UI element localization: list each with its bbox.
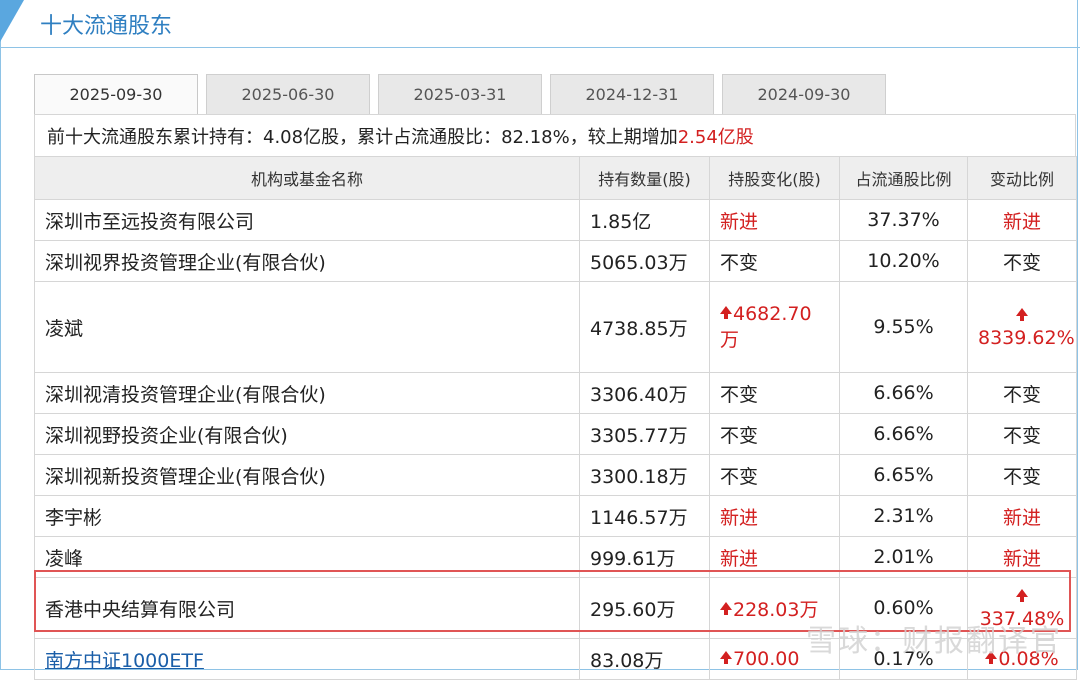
holder-qty: 3305.77万: [579, 413, 710, 455]
table-row: 李宇彬 1146.57万 新进 2.31% 新进: [34, 495, 1077, 537]
holder-qty: 4738.85万: [579, 281, 710, 373]
tab-2025-03-31[interactable]: 2025-03-31: [378, 74, 542, 114]
holder-name: 凌峰: [34, 536, 580, 578]
tab-2025-06-30[interactable]: 2025-06-30: [206, 74, 370, 114]
table-row: 凌峰 999.61万 新进 2.01% 新进: [34, 536, 1077, 578]
holder-qty: 5065.03万: [579, 240, 710, 282]
table-row: 深圳视新投资管理企业(有限合伙) 3300.18万 不变 6.65% 不变: [34, 454, 1077, 496]
holder-qty: 1.85亿: [579, 199, 710, 241]
holder-change: 新进: [709, 495, 840, 537]
date-tabs: 2025-09-30 2025-06-30 2025-03-31 2024-12…: [34, 74, 894, 114]
holder-change: 不变: [709, 454, 840, 496]
header-pct: 变动比例: [967, 156, 1077, 200]
holder-pct: 新进: [967, 199, 1077, 241]
header-ratio: 占流通股比例: [839, 156, 968, 200]
holder-pct: 新进: [967, 495, 1077, 537]
up-arrow-icon: [1015, 589, 1028, 602]
up-arrow-icon: [720, 651, 732, 664]
holder-ratio: 9.55%: [839, 281, 968, 373]
summary-text: 前十大流通股东累计持有：4.08亿股，累计占流通股比：82.18%，较上期增加: [47, 126, 678, 148]
holder-name: 南方中证1000ETF: [34, 638, 580, 680]
holder-qty: 3306.40万: [579, 372, 710, 414]
change-value: 700.00: [733, 648, 800, 670]
holder-qty: 999.61万: [579, 536, 710, 578]
table-row: 深圳视界投资管理企业(有限合伙) 5065.03万 不变 10.20% 不变: [34, 240, 1077, 282]
header-change: 持股变化(股): [709, 156, 840, 200]
holder-name: 深圳视清投资管理企业(有限合伙): [34, 372, 580, 414]
holder-change: 新进: [709, 536, 840, 578]
tab-2025-09-30[interactable]: 2025-09-30: [34, 74, 198, 114]
holder-qty: 295.60万: [579, 577, 710, 639]
holder-qty: 3300.18万: [579, 454, 710, 496]
holder-name: 深圳视界投资管理企业(有限合伙): [34, 240, 580, 282]
holder-name: 香港中央结算有限公司: [34, 577, 580, 639]
holder-pct: 不变: [967, 413, 1077, 455]
holder-pct: 不变: [967, 454, 1077, 496]
summary-bar: 前十大流通股东累计持有：4.08亿股，累计占流通股比：82.18%，较上期增加 2…: [34, 114, 1076, 156]
section-title: 十大流通股东: [40, 14, 173, 39]
table-row: 深圳视野投资企业(有限合伙) 3305.77万 不变 6.66% 不变: [34, 413, 1077, 455]
summary-change: 2.54亿股: [677, 126, 754, 148]
tab-2024-09-30[interactable]: 2024-09-30: [722, 74, 886, 114]
title-divider: [0, 47, 1080, 48]
holder-ratio: 6.65%: [839, 454, 968, 496]
table-row: 深圳市至远投资有限公司 1.85亿 新进 37.37% 新进: [34, 199, 1077, 241]
holder-ratio: 10.20%: [839, 240, 968, 282]
up-arrow-icon: [720, 305, 732, 319]
holder-pct: 不变: [967, 372, 1077, 414]
fund-link[interactable]: 南方中证1000ETF: [45, 650, 204, 672]
holder-ratio: 2.01%: [839, 536, 968, 578]
holder-change: 不变: [709, 413, 840, 455]
holder-ratio: 2.31%: [839, 495, 968, 537]
holder-qty: 83.08万: [579, 638, 710, 680]
up-arrow-icon: [1015, 308, 1028, 321]
table-row: 凌斌 4738.85万 4682.70万 9.55% 8339.62%: [34, 281, 1077, 373]
holder-qty: 1146.57万: [579, 495, 710, 537]
table-header-row: 机构或基金名称 持有数量(股) 持股变化(股) 占流通股比例 变动比例: [34, 156, 1077, 200]
holder-pct: 不变: [967, 240, 1077, 282]
corner-decoration: [0, 0, 24, 42]
table-row: 深圳视清投资管理企业(有限合伙) 3306.40万 不变 6.66% 不变: [34, 372, 1077, 414]
holder-pct: 8339.62%: [967, 281, 1077, 373]
header-name: 机构或基金名称: [34, 156, 580, 200]
holder-name: 深圳视新投资管理企业(有限合伙): [34, 454, 580, 496]
holder-pct: 新进: [967, 536, 1077, 578]
holder-name: 凌斌: [34, 281, 580, 373]
holder-change: 新进: [709, 199, 840, 241]
watermark: 雪球：财报翻译官: [806, 624, 1062, 659]
tab-2024-12-31[interactable]: 2024-12-31: [550, 74, 714, 114]
holder-ratio: 6.66%: [839, 372, 968, 414]
holder-change: 不变: [709, 372, 840, 414]
header-qty: 持有数量(股): [579, 156, 710, 200]
holder-name: 深圳视野投资企业(有限合伙): [34, 413, 580, 455]
shareholders-table: 机构或基金名称 持有数量(股) 持股变化(股) 占流通股比例 变动比例 深圳市至…: [34, 156, 1077, 680]
holder-ratio: 6.66%: [839, 413, 968, 455]
pct-value: 8339.62%: [978, 327, 1075, 349]
holder-name: 李宇彬: [34, 495, 580, 537]
change-value: 4682.70万: [720, 302, 812, 351]
up-arrow-icon: [720, 601, 732, 615]
holder-change: 不变: [709, 240, 840, 282]
holder-change: 4682.70万: [709, 281, 840, 373]
holder-name: 深圳市至远投资有限公司: [34, 199, 580, 241]
holder-ratio: 37.37%: [839, 199, 968, 241]
